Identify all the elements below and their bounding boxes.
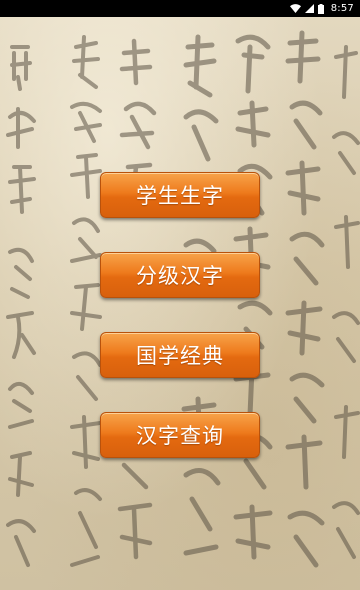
calligraphy-texture-image — [6, 30, 360, 568]
graded-characters-button[interactable]: 分级汉字 — [100, 252, 260, 298]
status-bar: 8:57 — [0, 0, 360, 17]
status-time: 8:57 — [330, 3, 354, 14]
wifi-icon — [289, 4, 301, 13]
chinese-classics-button[interactable]: 国学经典 — [100, 332, 260, 378]
calligraphy-background — [0, 17, 360, 590]
student-characters-button[interactable]: 学生生字 — [100, 172, 260, 218]
signal-icon — [304, 4, 314, 13]
battery-icon — [317, 3, 324, 14]
character-lookup-button[interactable]: 汉字查询 — [100, 412, 260, 458]
